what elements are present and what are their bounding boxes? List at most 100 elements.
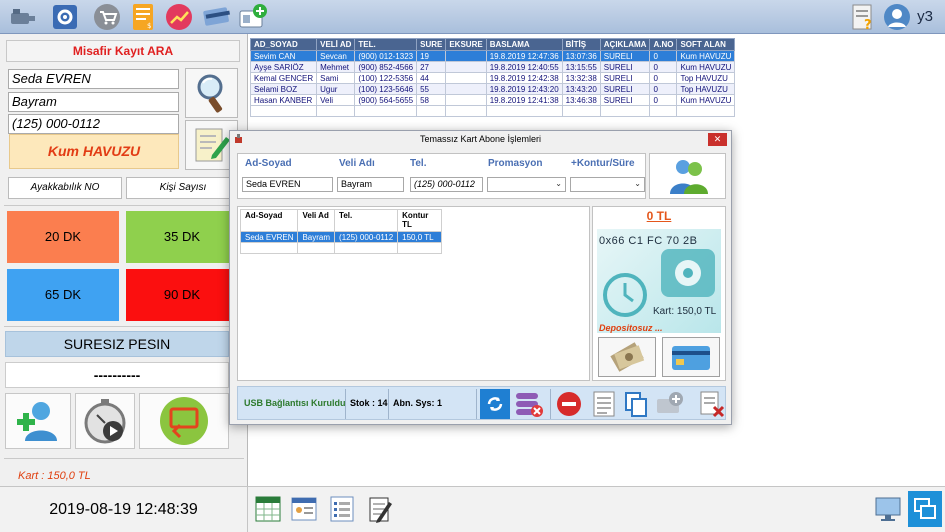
column-header[interactable]: SURE [416,38,447,51]
spreadsheet-icon [255,496,281,522]
shoe-locker-number-field[interactable]: Ayakkabılık NO [8,177,122,199]
column-header[interactable]: AÇIKLAMA [599,38,651,51]
table-cell [561,105,601,117]
duration-35-button[interactable]: 35 DK [126,211,238,263]
subscriber-table-header: Ad-Soyad Veli Ad Tel. Kontur TL [239,209,443,232]
guest-name-field[interactable]: Seda EVREN [8,69,179,89]
table-cell: Mehmet [316,61,356,73]
name-input[interactable]: Seda EVREN [242,177,333,192]
duration-90-button[interactable]: 90 DK [126,269,238,321]
table-row[interactable]: Ayşe SARIÖZ Mehmet (900) 852-4566 27 19.8.20… [249,61,736,73]
search-button[interactable] [185,68,238,118]
person-count-field[interactable]: Kişi Sayısı [126,177,240,199]
column-header[interactable]: Ad-Soyad [239,209,299,232]
minus-circle-icon [557,392,581,416]
camera-icon[interactable] [8,2,38,31]
table-cell: Sevim CAN [249,50,318,62]
add-member-card-icon[interactable] [238,2,268,31]
user-avatar-icon[interactable] [882,2,912,31]
pool-selector[interactable]: Kum HAVUZU [9,134,179,169]
delete-records-button[interactable] [514,389,544,419]
excel-export-button[interactable] [252,493,284,525]
column-header[interactable]: TEL. [354,38,418,51]
duration-20-button[interactable]: 20 DK [7,211,119,263]
credit-select[interactable]: ⌄ [570,177,645,192]
column-header[interactable]: BASLAMA [485,38,563,51]
add-card-button[interactable] [655,389,685,419]
table-cell: Top HAVUZU [676,83,736,95]
chevron-down-icon: ⌄ [634,179,641,188]
card-list-button[interactable] [589,389,619,419]
column-header[interactable]: Kontur TL [397,209,443,232]
table-row[interactable] [249,105,736,117]
settings-gear-icon[interactable] [50,2,80,31]
table-row[interactable]: Selami BOZ Ugur (100) 123-5646 55 19.8.2019 … [249,83,736,95]
table-cell: 19.8.2019 12:40:55 [485,61,563,73]
help-document-icon[interactable]: ? [848,2,878,31]
subscriber-avatar-button[interactable] [649,153,726,199]
column-header[interactable]: BİTİŞ [561,38,601,51]
window-switch-button[interactable] [908,491,942,527]
table-row[interactable] [239,242,443,254]
duration-65-button[interactable]: 65 DK [7,269,119,321]
dialog-close-button[interactable]: ✕ [708,133,727,146]
column-header[interactable]: AD_SOYAD [249,38,318,51]
card-id: 0x66 C1 FC 70 2B [599,235,698,247]
table-cell: 13:32:38 [561,72,601,84]
unlimited-cash-button[interactable]: SURESIZ PESIN [5,331,229,357]
table-cell: Sami [316,72,356,84]
table-cell [397,242,443,254]
subscriber-form: Ad-Soyad Veli Adı Tel. Promasyon +Kontur… [237,153,646,199]
table-cell: (900) 852-4566 [354,61,418,73]
column-header[interactable]: VELİ AD [316,38,356,51]
table-cell [445,94,487,106]
table-cell: 13:07:36 [561,50,601,62]
cash-payment-button[interactable] [598,337,656,377]
guest-phone-field[interactable]: (125) 000-0112 [8,114,179,134]
promotion-select[interactable]: ⌄ [487,177,566,192]
remove-button[interactable] [554,389,584,419]
notes-button[interactable] [364,493,396,525]
session-table[interactable]: AD_SOYAD VELİ AD TEL. SURE EKSURE BASLAMA BİTİ… [249,38,736,117]
table-cell: (125) 000-0112 [334,231,399,243]
column-header[interactable]: EKSURE [445,38,487,51]
dialog-title: Temassız Kart Abone İşlemleri [230,131,731,148]
receipt-icon[interactable]: $ [128,2,158,31]
guest-parent-field[interactable]: Bayram [8,92,179,112]
phone-input[interactable]: (125) 000-0112 [410,177,483,192]
table-row[interactable]: Seda EVREN Bayram (125) 000-0112 150,0 TL [239,231,443,243]
column-header[interactable]: Tel. [334,209,399,232]
contact-list-icon [291,497,317,521]
credit-card-payment-button[interactable] [662,337,720,377]
add-user-button[interactable] [5,393,71,449]
member-list-button[interactable] [288,493,320,525]
username: y3 [917,8,933,25]
subscriber-list[interactable]: Ad-Soyad Veli Ad Tel. Kontur TL Seda EVREN B… [237,206,590,381]
stats-chart-icon[interactable] [164,2,194,31]
table-cell: 13:46:38 [561,94,601,106]
report-list-button[interactable] [326,493,358,525]
return-button[interactable] [139,393,229,449]
payment-icon[interactable] [202,2,232,31]
table-cell [354,105,418,117]
timer-play-button[interactable] [75,393,135,449]
table-cell [445,72,487,84]
contactless-card-dialog: Temassız Kart Abone İşlemleri ✕ Ad-Soyad… [229,130,732,425]
table-cell [445,105,487,117]
refresh-button[interactable] [480,389,510,419]
parent-input[interactable]: Bayram [337,177,404,192]
column-header[interactable]: SOFT ALAN [676,38,736,51]
column-header[interactable]: Veli Ad [297,209,336,232]
app-icon [235,134,242,143]
table-row[interactable]: Kemal GENCER Sami (100) 122-5356 44 19.8.201… [249,72,736,84]
copy-button[interactable] [621,389,651,419]
subscriber-table[interactable]: Ad-Soyad Veli Ad Tel. Kontur TL Seda EVREN B… [239,209,443,254]
shopping-cart-icon[interactable] [92,2,122,31]
table-cell [445,61,487,73]
delete-document-button[interactable] [697,389,727,419]
table-row[interactable]: Hasan KANBER Veli (900) 564-5655 58 19.8.201… [249,94,736,106]
table-row[interactable]: Sevim CAN Sevcan (900) 012-1323 19 19.8.2019… [249,50,736,62]
column-header[interactable]: A.NO [649,38,678,51]
monitor-settings-button[interactable] [872,493,906,525]
table-cell: 19 [416,50,447,62]
